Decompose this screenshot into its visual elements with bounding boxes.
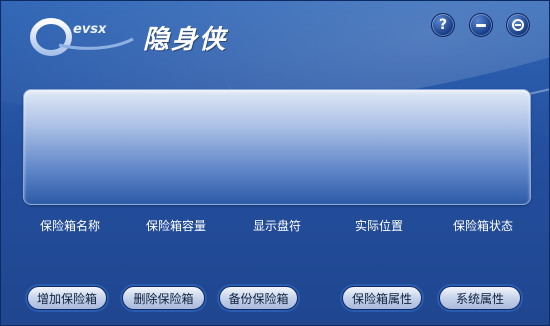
minimize-icon <box>476 23 486 27</box>
delete-safe-button[interactable]: 删除保险箱 <box>122 286 205 310</box>
app-title: 隐身侠 <box>143 25 228 55</box>
app-window: evsx 隐身侠 ? 保险箱名称 保险箱容量 显示盘符 实际位置 保险箱状态 增… <box>0 0 550 326</box>
column-header-capacity: 保险箱容量 <box>146 219 207 233</box>
add-safe-button[interactable]: 增加保险箱 <box>27 286 107 310</box>
minimize-button[interactable] <box>469 13 493 37</box>
close-button[interactable] <box>506 13 530 37</box>
column-header-name: 保险箱名称 <box>40 219 101 233</box>
column-header-status: 保险箱状态 <box>453 219 514 233</box>
logo-text: evsx <box>73 22 107 37</box>
evsx-logo: evsx <box>29 11 139 59</box>
help-icon: ? <box>438 17 448 33</box>
backup-safe-button[interactable]: 备份保险箱 <box>219 286 298 310</box>
close-icon <box>512 19 524 31</box>
system-properties-button[interactable]: 系统属性 <box>439 286 521 310</box>
column-header-location: 实际位置 <box>355 219 404 233</box>
safe-list-panel[interactable] <box>23 89 531 205</box>
safe-properties-button[interactable]: 保险箱属性 <box>342 286 422 310</box>
help-button[interactable]: ? <box>431 13 455 37</box>
column-header-drive-letter: 显示盘符 <box>253 219 302 233</box>
